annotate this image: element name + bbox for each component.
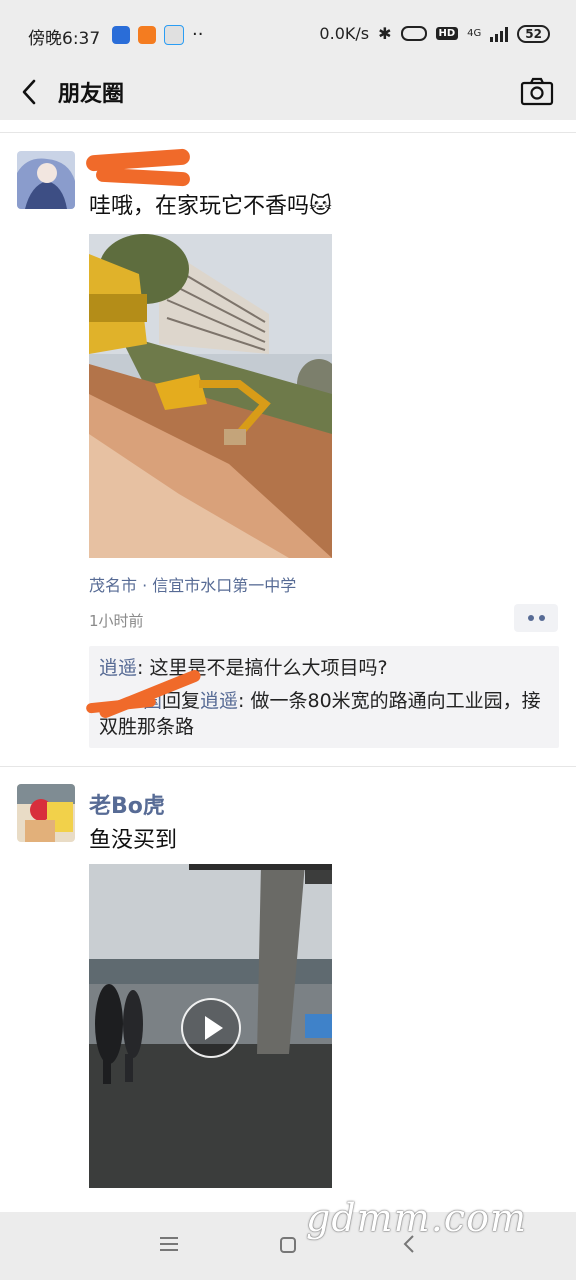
post-photo[interactable] [89,234,332,558]
dot-icon [538,615,545,621]
home-icon[interactable] [279,1236,297,1254]
nav-bar: 朋友圈 [0,66,576,120]
watermark-logo: gdmm.com [306,1196,527,1240]
app-notification-icon [112,25,130,44]
divider [0,132,576,133]
post-location[interactable]: 茂名市 · 信宜市水口第一中学 [89,572,296,596]
back-icon[interactable] [18,76,44,108]
status-right: 0.0K/s ✱ HD 4G 52 [319,24,550,43]
status-app-icons: ·· [112,24,203,45]
excavator-photo [89,234,332,558]
post-text-content: 哇哦，在家玩它不香吗 [89,194,310,219]
avatar-image [17,151,75,209]
post-video[interactable] [89,864,332,1188]
comment[interactable]: 国回复逍遥: 做一条80米宽的路通向工业园，接双胜那条路 [99,688,549,740]
page-title: 朋友圈 [58,82,125,107]
comment[interactable]: 逍遥: 这里是不是搞什么大项目吗? [99,652,549,684]
divider [0,766,576,767]
comments-box: 逍遥: 这里是不是搞什么大项目吗? 国回复逍遥: 做一条80米宽的路通向工业园，… [89,646,559,748]
avatar-image [17,784,75,842]
play-icon[interactable] [181,998,241,1058]
bluetooth-icon: ✱ [378,24,392,43]
battery-icon: 52 [517,24,550,43]
doge-emoji: 🐱 [309,194,332,219]
more-notifications-icon: ·· [192,24,204,45]
network-speed: 0.0K/s [319,24,370,43]
comment-reply-target[interactable]: 逍遥 [200,690,238,712]
network-type: 4G [467,28,482,39]
toggle-icon [400,26,427,41]
post-text: 鱼没买到 [89,828,178,853]
avatar[interactable] [17,784,75,842]
comment-author[interactable]: 逍遥 [99,657,137,679]
app-notification-icon [138,25,156,44]
dot-icon [527,615,534,621]
redaction-scribble [95,167,191,187]
hd-icon: HD [435,27,459,40]
app-notification-icon [164,24,184,45]
signal-icon [490,26,509,42]
post-text: 哇哦，在家玩它不香吗🐱 [89,188,332,220]
status-bar: 傍晚6:37 ·· 0.0K/s ✱ HD 4G 52 [0,0,576,66]
post-time: 1小时前 [89,612,144,630]
post-author[interactable]: 老Bo虎 [89,788,165,820]
more-actions-button[interactable] [514,604,558,632]
camera-icon[interactable] [520,74,554,108]
avatar[interactable] [17,151,75,209]
comment-separator: : [137,657,150,679]
menu-icon[interactable] [160,1236,178,1252]
status-time: 傍晚6:37 [28,29,101,49]
